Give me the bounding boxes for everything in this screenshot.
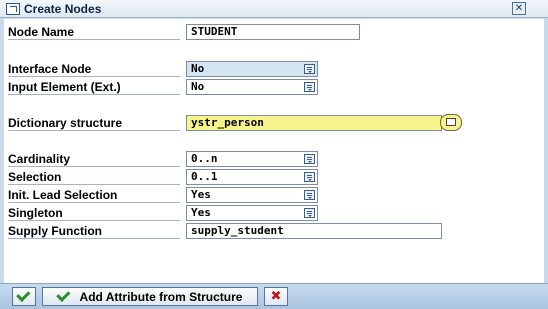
init-lead-selection-select[interactable]: Yes [186, 187, 318, 203]
dialog-toolbar: Add Attribute from Structure ✖ [0, 283, 548, 309]
cancel-button[interactable]: ✖ [264, 287, 288, 306]
interface-node-label: Interface Node [8, 62, 180, 77]
singleton-value: Yes [191, 206, 211, 219]
singleton-label: Singleton [8, 206, 180, 221]
form-panel: Node Name STUDENT Interface Node No Inpu… [4, 19, 544, 283]
dropdown-icon[interactable] [304, 172, 315, 182]
dropdown-icon[interactable] [304, 190, 315, 200]
interface-node-row: Interface Node No [4, 61, 544, 77]
dropdown-icon[interactable] [304, 64, 315, 74]
confirm-button[interactable] [12, 287, 36, 306]
supply-function-label: Supply Function [8, 224, 180, 239]
supply-function-row: Supply Function supply_student [4, 223, 544, 239]
input-element-row: Input Element (Ext.) No [4, 79, 544, 95]
singleton-select[interactable]: Yes [186, 205, 318, 221]
cardinality-label: Cardinality [8, 152, 180, 167]
dictionary-structure-input[interactable]: ystr_person [186, 115, 442, 131]
interface-node-select[interactable]: No [186, 61, 318, 77]
dropdown-icon[interactable] [304, 208, 315, 218]
close-icon[interactable]: ✕ [512, 2, 526, 15]
dictionary-structure-label: Dictionary structure [8, 116, 180, 131]
selection-select[interactable]: 0..1 [186, 169, 318, 185]
cancel-icon: ✖ [270, 289, 282, 304]
node-name-row: Node Name STUDENT [4, 24, 544, 40]
input-element-label: Input Element (Ext.) [8, 80, 180, 95]
cardinality-select[interactable]: 0..n [186, 151, 318, 167]
create-window-icon [6, 2, 20, 15]
init-lead-selection-value: Yes [191, 188, 211, 201]
input-element-value: No [191, 80, 205, 93]
init-lead-selection-row: Init. Lead Selection Yes [4, 187, 544, 203]
singleton-row: Singleton Yes [4, 205, 544, 221]
dropdown-icon[interactable] [304, 82, 315, 92]
window-title: Create Nodes [24, 1, 102, 16]
selection-row: Selection 0..1 [4, 169, 544, 185]
checkmark-icon [16, 287, 31, 302]
node-name-input[interactable]: STUDENT [186, 24, 360, 40]
value-help-icon[interactable] [440, 114, 462, 131]
selection-label: Selection [8, 170, 180, 185]
checkmark-icon [55, 287, 70, 302]
init-lead-selection-label: Init. Lead Selection [8, 188, 180, 203]
supply-function-input[interactable]: supply_student [186, 223, 442, 239]
dictionary-structure-row: Dictionary structure ystr_person [4, 114, 544, 131]
dropdown-icon[interactable] [304, 154, 315, 164]
add-attribute-from-structure-button[interactable]: Add Attribute from Structure [42, 287, 258, 306]
node-name-label: Node Name [8, 25, 180, 40]
input-element-select[interactable]: No [186, 79, 318, 95]
add-attribute-label: Add Attribute from Structure [79, 289, 243, 304]
cardinality-row: Cardinality 0..n [4, 151, 544, 167]
cardinality-value: 0..n [191, 152, 218, 165]
selection-value: 0..1 [191, 170, 218, 183]
title-bar: Create Nodes ✕ [0, 0, 548, 18]
interface-node-value: No [191, 62, 205, 75]
